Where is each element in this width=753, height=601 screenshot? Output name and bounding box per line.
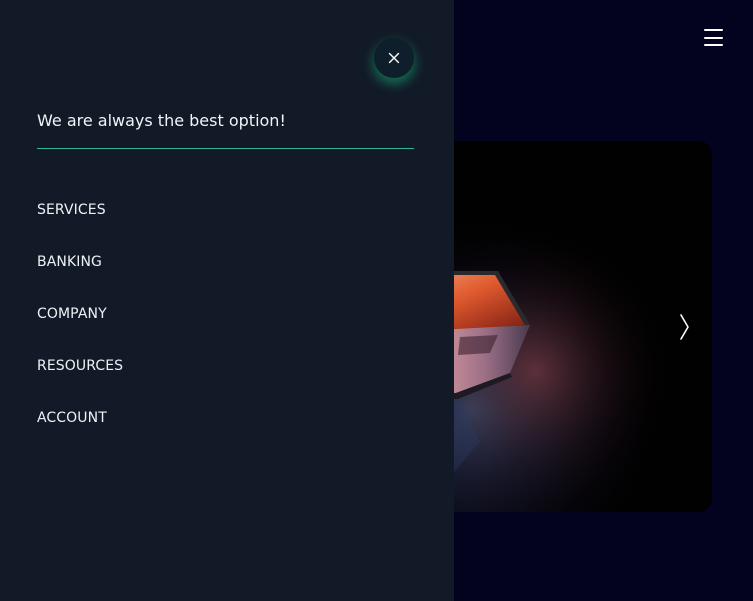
nav-item-resources: RESOURCES: [37, 355, 123, 407]
chevron-right-icon[interactable]: [676, 312, 694, 342]
nav-item-company: COMPANY: [37, 303, 123, 355]
hamburger-line: [704, 44, 723, 46]
nav-link-account[interactable]: ACCOUNT: [37, 408, 107, 428]
nav-link-resources[interactable]: RESOURCES: [37, 356, 123, 376]
nav-item-services: SERVICES: [37, 199, 123, 251]
hamburger-line: [704, 29, 723, 31]
nav-link-company[interactable]: COMPANY: [37, 304, 107, 324]
nav-item-banking: BANKING: [37, 251, 123, 303]
close-icon: [388, 52, 400, 64]
hamburger-menu-icon[interactable]: [704, 28, 723, 47]
close-button[interactable]: [374, 38, 414, 78]
nav-link-services[interactable]: SERVICES: [37, 200, 106, 220]
drawer-tagline: We are always the best option!: [37, 111, 286, 130]
side-drawer: We are always the best option! SERVICES …: [0, 0, 454, 601]
hamburger-line: [704, 36, 723, 39]
nav-item-account: ACCOUNT: [37, 407, 123, 459]
tagline-divider: [37, 148, 414, 149]
nav-link-banking[interactable]: BANKING: [37, 252, 102, 272]
drawer-nav: SERVICES BANKING COMPANY RESOURCES ACCOU…: [37, 199, 123, 459]
